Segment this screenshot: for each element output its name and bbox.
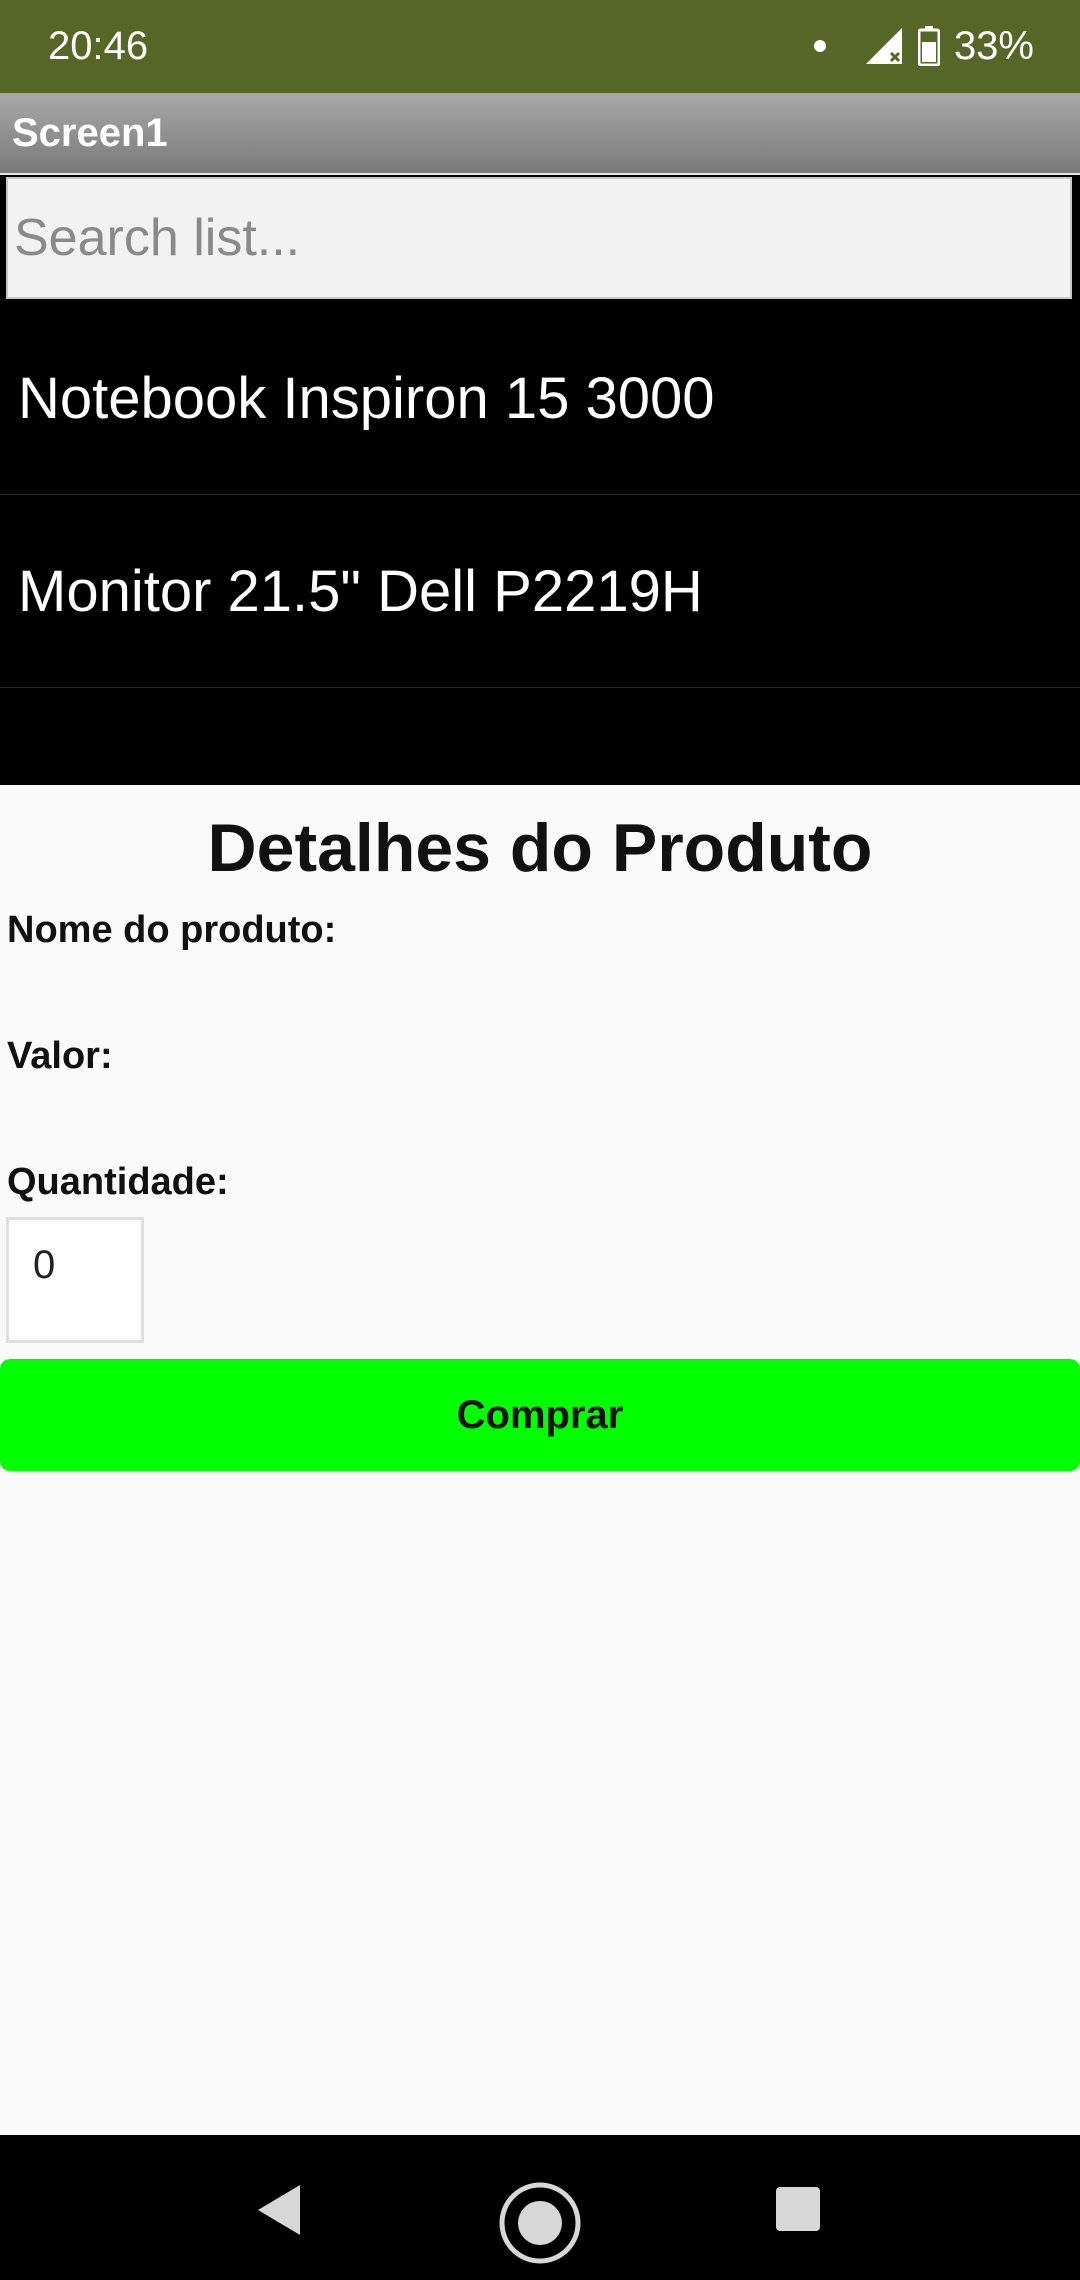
details-title: Detalhes do Produto <box>207 810 873 886</box>
product-name-label: Nome do produto: <box>7 909 337 951</box>
notification-dot-icon <box>813 40 826 52</box>
battery-icon <box>917 26 940 66</box>
status-bar: 20:46 33% <box>0 0 1080 93</box>
product-list: Notebook Inspiron 15 3000 Monitor 21.5" … <box>0 175 1080 785</box>
buy-button[interactable]: Comprar <box>0 1359 1080 1471</box>
screen-title: Screen1 <box>12 111 168 155</box>
battery-percent: 33% <box>953 23 1034 68</box>
product-value-label: Valor: <box>7 1035 113 1077</box>
search-input[interactable] <box>6 177 1072 299</box>
product-details-panel: Detalhes do Produto Nome do produto: Val… <box>0 785 1080 2135</box>
home-icon[interactable] <box>498 2181 582 2265</box>
app-title-bar: Screen1 <box>0 93 1080 175</box>
recent-apps-icon[interactable] <box>776 2187 820 2231</box>
quantity-label: Quantidade: <box>7 1161 229 1203</box>
quantity-input[interactable] <box>6 1217 144 1343</box>
status-icons: 33% <box>813 18 1034 74</box>
status-time: 20:46 <box>48 24 149 68</box>
list-item[interactable]: Monitor 21.5" Dell P2219H <box>0 496 1080 688</box>
navigation-bar <box>0 2135 1080 2280</box>
signal-icon <box>865 28 902 64</box>
back-icon[interactable] <box>254 2183 304 2237</box>
list-item[interactable]: Notebook Inspiron 15 3000 <box>0 303 1080 495</box>
